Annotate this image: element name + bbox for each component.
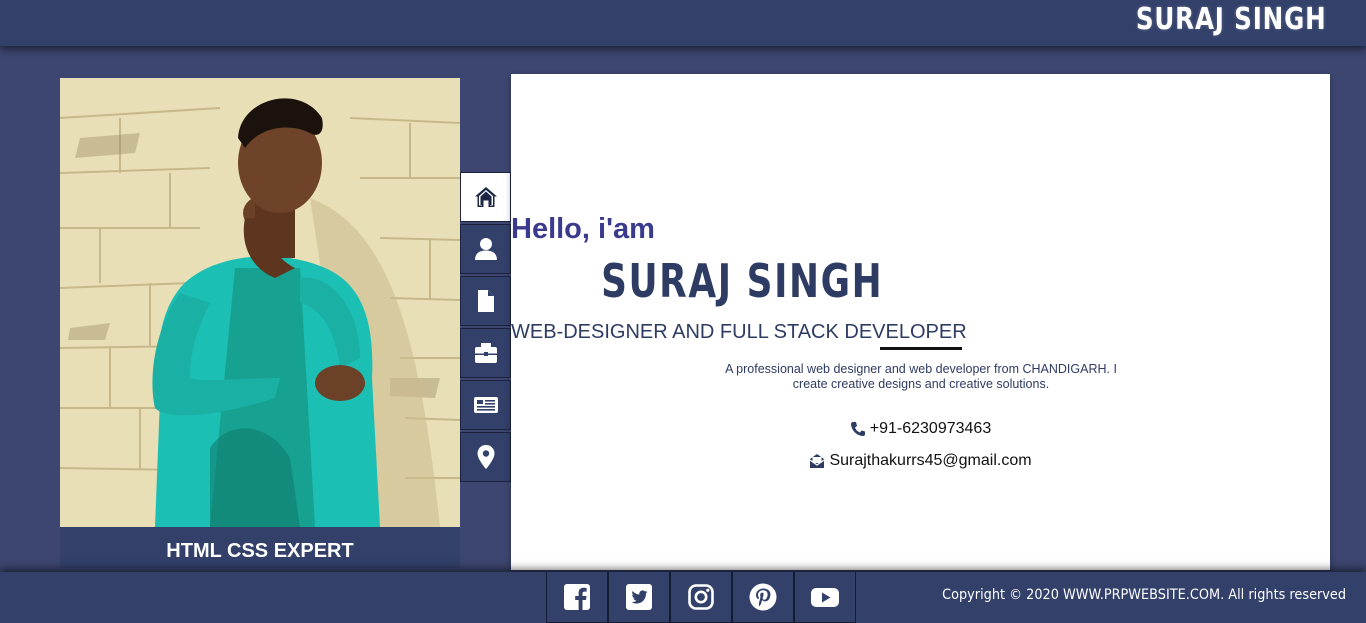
- briefcase-icon: [474, 343, 497, 363]
- intro-panel: Hello, i'am SURAJ SINGH WEB-DESIGNER AND…: [511, 74, 1330, 570]
- user-icon: [474, 238, 497, 260]
- phone-row[interactable]: +91-6230973463: [511, 420, 1330, 438]
- intro-description: A professional web designer and web deve…: [725, 362, 1117, 391]
- email-address[interactable]: Surajthakurrs45@gmail.com: [829, 452, 1031, 470]
- youtube-icon: [811, 588, 839, 607]
- top-header: SURAJ SINGH: [0, 0, 1366, 46]
- profile-photo: [60, 78, 460, 527]
- instagram-icon: [688, 584, 714, 610]
- file-icon: [477, 290, 494, 312]
- pinterest-icon: [749, 583, 777, 611]
- youtube-link[interactable]: [794, 572, 856, 623]
- nav-blog-button[interactable]: [460, 380, 511, 430]
- copyright-text: Copyright © 2020 WWW.PRPWEBSITE.COM. All…: [942, 587, 1346, 603]
- side-navigation: [460, 172, 512, 484]
- email-row[interactable]: Surajthakurrs45@gmail.com: [511, 452, 1330, 470]
- greeting-text: Hello, i'am: [511, 213, 655, 245]
- home-icon: [474, 187, 497, 207]
- map-marker-icon: [477, 445, 494, 469]
- newspaper-icon: [473, 397, 498, 413]
- nav-contact-button[interactable]: [460, 432, 511, 482]
- facebook-link[interactable]: [546, 572, 608, 623]
- footer-bar: Copyright © 2020 WWW.PRPWEBSITE.COM. All…: [0, 572, 1366, 623]
- nav-about-button[interactable]: [460, 224, 511, 274]
- profile-card: HTML CSS EXPERT: [60, 78, 460, 568]
- instagram-link[interactable]: [670, 572, 732, 623]
- twitter-link[interactable]: [608, 572, 670, 623]
- role-title: WEB-DESIGNER AND FULL STACK DEVELOPER: [511, 321, 967, 343]
- nav-home-button[interactable]: [460, 172, 511, 222]
- profile-photo-illustration: [60, 78, 460, 527]
- role-underline-divider: [880, 347, 962, 350]
- pinterest-link[interactable]: [732, 572, 794, 623]
- hero-name: SURAJ SINGH: [601, 254, 884, 308]
- phone-icon: [850, 422, 865, 436]
- envelope-open-icon: [810, 454, 825, 468]
- nav-resume-button[interactable]: [460, 276, 511, 326]
- brand-title[interactable]: SURAJ SINGH: [1135, 2, 1326, 37]
- facebook-icon: [564, 584, 590, 610]
- phone-number[interactable]: +91-6230973463: [870, 420, 991, 438]
- nav-portfolio-button[interactable]: [460, 328, 511, 378]
- profile-caption: HTML CSS EXPERT: [60, 527, 460, 568]
- social-links: [546, 572, 856, 623]
- twitter-icon: [626, 584, 652, 610]
